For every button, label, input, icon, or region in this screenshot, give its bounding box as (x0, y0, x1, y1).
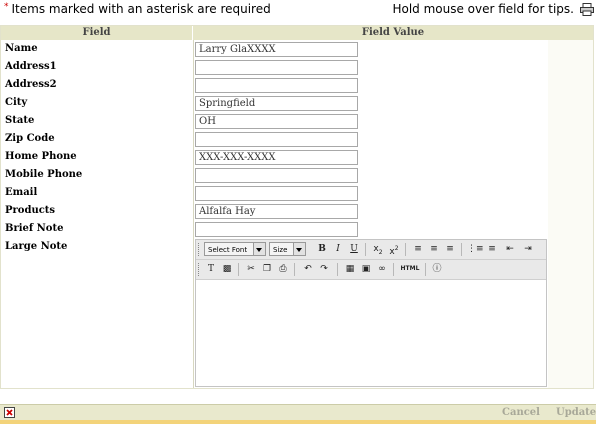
font-select[interactable]: Select Font (204, 242, 266, 256)
name-input[interactable]: Larry GlaXXXX (195, 42, 358, 57)
toolbar-grip[interactable] (198, 243, 201, 256)
label-home-phone: Home Phone (5, 151, 77, 162)
align-left-icon[interactable]: ≡ (411, 242, 425, 256)
editor-toolbar-row-2: T ▩ ✂ ❐ ⎙ ↶ ↷ ▦ ▣ ∞ HTML ⓘ (196, 260, 546, 280)
label-mobile-phone: Mobile Phone (5, 169, 83, 180)
outdent-icon[interactable]: ⇤ (503, 242, 517, 256)
required-asterisk: * (4, 2, 9, 12)
address1-input[interactable] (195, 60, 358, 75)
cancel-button[interactable]: Cancel (502, 407, 540, 418)
top-bar: * Items marked with an asterisk are requi… (0, 0, 600, 22)
toolbar-separator (425, 263, 426, 276)
bold-button[interactable]: B (315, 242, 329, 256)
required-note: * Items marked with an asterisk are requi… (4, 2, 271, 16)
tips-text: Hold mouse over field for tips. (392, 2, 574, 16)
label-products: Products (5, 205, 56, 216)
home-phone-input[interactable]: XXX-XXX-XXXX (195, 150, 358, 165)
help-icon[interactable]: ⓘ (430, 262, 444, 276)
label-address2: Address2 (5, 79, 57, 90)
header-field: Field (1, 26, 193, 40)
toolbar-separator (405, 243, 406, 256)
text-color-icon[interactable]: T (204, 262, 218, 276)
toolbar-separator (393, 263, 394, 276)
bullet-list-icon[interactable]: ⋮≡ (467, 242, 484, 256)
label-large-note: Large Note (5, 241, 68, 252)
indent-icon[interactable]: ⇥ (521, 242, 535, 256)
toolbar-separator (337, 263, 338, 276)
state-input[interactable]: OH (195, 114, 358, 129)
toolbar-separator (238, 263, 239, 276)
redo-icon[interactable]: ↷ (317, 262, 331, 276)
label-brief-note: Brief Note (5, 223, 64, 234)
label-city: City (5, 97, 28, 108)
editor-toolbar-row-1: Select Font Size B I U x2 x2 ≡ ≡ ≡ ⋮≡ ≡ … (196, 240, 546, 260)
print-icon[interactable] (580, 3, 594, 16)
underline-button[interactable]: U (347, 242, 361, 256)
background-color-icon[interactable]: ▩ (220, 262, 234, 276)
copy-icon[interactable]: ❐ (260, 262, 274, 276)
align-center-icon[interactable]: ≡ (427, 242, 441, 256)
required-note-text: Items marked with an asterisk are requir… (11, 2, 271, 16)
size-select-label: Size (273, 246, 288, 254)
city-input[interactable]: Springfield (195, 96, 358, 111)
footer-strip (0, 420, 596, 424)
paste-icon[interactable]: ⎙ (276, 262, 290, 276)
subscript-icon[interactable]: x2 (371, 242, 385, 256)
email-input[interactable] (195, 186, 358, 201)
label-address1: Address1 (5, 61, 57, 72)
superscript-icon[interactable]: x2 (387, 242, 401, 257)
footer-bar: Cancel Update (0, 404, 596, 421)
cut-icon[interactable]: ✂ (244, 262, 258, 276)
label-name: Name (5, 43, 38, 54)
toolbar-separator (365, 243, 366, 256)
mobile-phone-input[interactable] (195, 168, 358, 183)
toolbar-grip[interactable] (198, 263, 201, 276)
table-icon[interactable]: ▦ (343, 262, 357, 276)
link-icon[interactable]: ∞ (375, 262, 389, 276)
update-button[interactable]: Update (556, 407, 596, 418)
large-note-editor[interactable]: Select Font Size B I U x2 x2 ≡ ≡ ≡ ⋮≡ ≡ … (195, 239, 547, 387)
html-source-button[interactable]: HTML (399, 262, 421, 276)
numbered-list-icon[interactable]: ≡ (485, 242, 499, 256)
close-form-icon[interactable] (4, 407, 15, 418)
header-field-value: Field Value (193, 26, 593, 40)
font-select-arrow-icon[interactable] (253, 243, 265, 255)
toolbar-separator (294, 263, 295, 276)
products-input[interactable]: Alfalfa Hay (195, 204, 358, 219)
undo-icon[interactable]: ↶ (301, 262, 315, 276)
brief-note-input[interactable] (195, 222, 358, 237)
align-right-icon[interactable]: ≡ (443, 242, 457, 256)
address2-input[interactable] (195, 78, 358, 93)
label-zip-code: Zip Code (5, 133, 55, 144)
label-state: State (5, 115, 35, 126)
toolbar-separator (461, 243, 462, 256)
size-select-arrow-icon[interactable] (293, 243, 305, 255)
zip-code-input[interactable] (195, 132, 358, 147)
label-email: Email (5, 187, 38, 198)
image-icon[interactable]: ▣ (359, 262, 373, 276)
font-select-label: Select Font (208, 246, 248, 254)
italic-button[interactable]: I (331, 242, 345, 256)
size-select[interactable]: Size (269, 242, 306, 256)
